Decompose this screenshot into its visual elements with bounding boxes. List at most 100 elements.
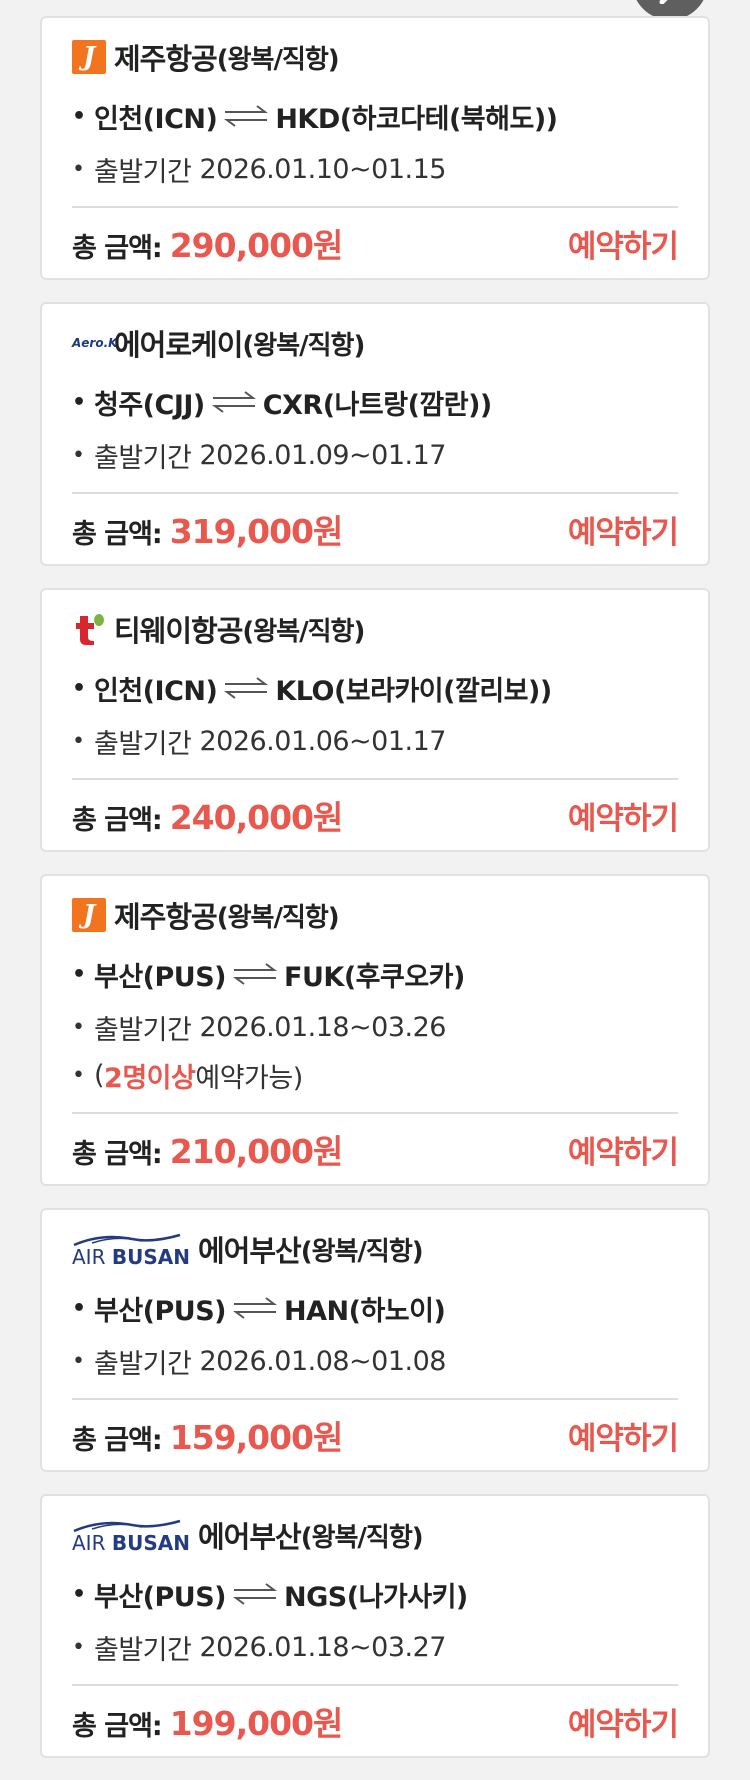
origin: 부산(PUS): [94, 1581, 227, 1613]
airline-name: 에어로케이: [114, 328, 243, 362]
destination: KLO(보라카이(깔리보)): [275, 675, 552, 707]
book-button[interactable]: 예약하기: [568, 221, 679, 266]
trip-type: (왕복/직항): [300, 1236, 424, 1267]
round-trip-arrows-icon: [232, 1297, 278, 1319]
period-label: 출발기간: [94, 1634, 192, 1666]
total-label: 총 금액:: [72, 1425, 163, 1456]
airbusan-logo: AIR BUSAN: [72, 1517, 190, 1553]
bullet: •: [72, 961, 86, 987]
bullet: •: [72, 1062, 85, 1088]
total-price: 240,000원: [169, 798, 344, 837]
card-footer: 총 금액: 159,000원 예약하기: [72, 1398, 679, 1470]
route-row: • 인천(ICN) KLO(보라카이(깔리보)): [72, 660, 678, 716]
period-row: • 출발기간 2026.01.06~01.17: [72, 716, 678, 766]
total-price: 290,000원: [169, 226, 344, 265]
period-label: 출발기간: [94, 1014, 192, 1046]
origin: 청주(CJJ): [94, 389, 205, 421]
round-trip-arrows-icon: [232, 1583, 278, 1605]
airline-name: 제주항공: [114, 900, 218, 934]
period-dates: 2026.01.09~01.17: [199, 439, 446, 471]
period-dates: 2026.01.18~03.27: [199, 1631, 446, 1663]
card-header: J 제주항공 (왕복/직항): [72, 876, 678, 946]
origin: 인천(ICN): [94, 103, 218, 135]
trip-type: (왕복/직항): [242, 330, 365, 361]
round-trip-arrows-icon: [211, 391, 257, 413]
period-label: 출발기간: [94, 728, 192, 760]
jeju-air-logo: J: [72, 898, 106, 932]
note-pre: (: [94, 1059, 105, 1091]
airline-name: 제주항공: [114, 42, 218, 76]
airline-name: 티웨이항공: [114, 614, 243, 648]
period-row: • 출발기간 2026.01.10~01.15: [72, 144, 678, 194]
card-header: AIR BUSAN 에어부산 (왕복/직항): [72, 1210, 678, 1280]
route-row: • 청주(CJJ) CXR(나트랑(깜란)): [72, 374, 678, 430]
card-footer: 총 금액: 290,000원 예약하기: [72, 206, 679, 278]
book-button[interactable]: 예약하기: [568, 1127, 679, 1172]
bullet: •: [72, 156, 85, 182]
book-button[interactable]: 예약하기: [568, 507, 679, 552]
card-header: J 제주항공 (왕복/직항): [72, 18, 678, 88]
total-price: 199,000원: [169, 1704, 344, 1743]
total-price: 210,000원: [169, 1132, 344, 1171]
bullet: •: [72, 389, 86, 415]
airline-name: 에어부산: [197, 1234, 302, 1268]
bullet: •: [72, 1634, 85, 1660]
total-label: 총 금액:: [72, 1139, 163, 1170]
edit-icon: [659, 0, 668, 4]
flight-deal-card[interactable]: AIR BUSAN 에어부산 (왕복/직항) • 부산(PUS) HAN(하노이) • 출발기…: [40, 1208, 710, 1472]
period-dates: 2026.01.10~01.15: [199, 153, 446, 185]
card-footer: 총 금액: 210,000원 예약하기: [72, 1112, 679, 1184]
flight-deal-card[interactable]: Aero.K 에어로케이 (왕복/직항) • 청주(CJJ) CXR(나트랑(깜란)) • 출…: [40, 302, 710, 566]
period-row: • 출발기간 2026.01.18~03.27: [72, 1622, 678, 1672]
note-row: • (2명이상 예약가능): [72, 1050, 678, 1100]
book-button[interactable]: 예약하기: [568, 1413, 679, 1458]
round-trip-arrows-icon: [223, 677, 269, 699]
total-label: 총 금액:: [72, 1711, 163, 1742]
card-footer: 총 금액: 199,000원 예약하기: [72, 1684, 679, 1756]
total-price: 319,000원: [169, 512, 344, 551]
bullet: •: [72, 1581, 86, 1607]
route-row: • 부산(PUS) FUK(후쿠오카): [72, 946, 678, 1002]
card-footer: 총 금액: 319,000원 예약하기: [72, 492, 679, 564]
destination: HAN(하노이): [284, 1295, 446, 1327]
bullet: •: [72, 442, 85, 468]
card-footer: 총 금액: 240,000원 예약하기: [72, 778, 679, 850]
route-row: • 부산(PUS) NGS(나가사키): [72, 1566, 678, 1622]
bullet: •: [72, 1014, 85, 1040]
period-row: • 출발기간 2026.01.18~03.26: [72, 1002, 678, 1052]
card-header: AIR BUSAN 에어부산 (왕복/직항): [72, 1496, 678, 1566]
period-row: • 출발기간 2026.01.08~01.08: [72, 1336, 678, 1386]
trip-type: (왕복/직항): [242, 616, 365, 647]
route-row: • 인천(ICN) HKD(하코다테(북해도)): [72, 88, 678, 144]
bullet: •: [72, 1295, 86, 1321]
period-dates: 2026.01.18~03.26: [199, 1011, 446, 1043]
route-row: • 부산(PUS) HAN(하노이): [72, 1280, 678, 1336]
flight-deal-card[interactable]: J 제주항공 (왕복/직항) • 인천(ICN) HKD(하코다테(북해도)) • 출발기간 …: [40, 16, 710, 280]
destination: FUK(후쿠오카): [284, 961, 465, 993]
jeju-air-logo: J: [72, 40, 106, 74]
airbusan-logo: AIR BUSAN: [72, 1231, 190, 1267]
destination: HKD(하코다테(북해도)): [275, 103, 558, 135]
card-header: 티웨이항공 (왕복/직항): [72, 590, 678, 660]
bullet: •: [72, 103, 86, 129]
flight-deal-card[interactable]: AIR BUSAN 에어부산 (왕복/직항) • 부산(PUS) NGS(나가사키) • 출발…: [40, 1494, 710, 1758]
period-dates: 2026.01.08~01.08: [199, 1345, 446, 1377]
total-label: 총 금액:: [72, 233, 163, 264]
round-trip-arrows-icon: [232, 963, 278, 985]
airline-name: 에어부산: [197, 1520, 302, 1554]
total-label: 총 금액:: [72, 805, 163, 836]
card-header: Aero.K 에어로케이 (왕복/직항): [72, 304, 678, 374]
bullet: •: [72, 675, 86, 701]
bullet: •: [72, 728, 85, 754]
book-button[interactable]: 예약하기: [568, 1699, 679, 1744]
flight-deal-card[interactable]: 티웨이항공 (왕복/직항) • 인천(ICN) KLO(보라카이(깔리보)) • 출발기간 …: [40, 588, 710, 852]
book-button[interactable]: 예약하기: [568, 793, 679, 838]
trip-type: (왕복/직항): [216, 902, 340, 933]
origin: 부산(PUS): [94, 961, 227, 993]
total-label: 총 금액:: [72, 519, 163, 550]
note-post: 예약가능): [195, 1062, 303, 1094]
destination: NGS(나가사키): [284, 1581, 468, 1613]
flight-deal-card[interactable]: J 제주항공 (왕복/직항) • 부산(PUS) FUK(후쿠오카) • 출발기간 2026.…: [40, 874, 710, 1186]
destination: CXR(나트랑(깜란)): [262, 389, 492, 421]
period-label: 출발기간: [94, 1348, 192, 1380]
